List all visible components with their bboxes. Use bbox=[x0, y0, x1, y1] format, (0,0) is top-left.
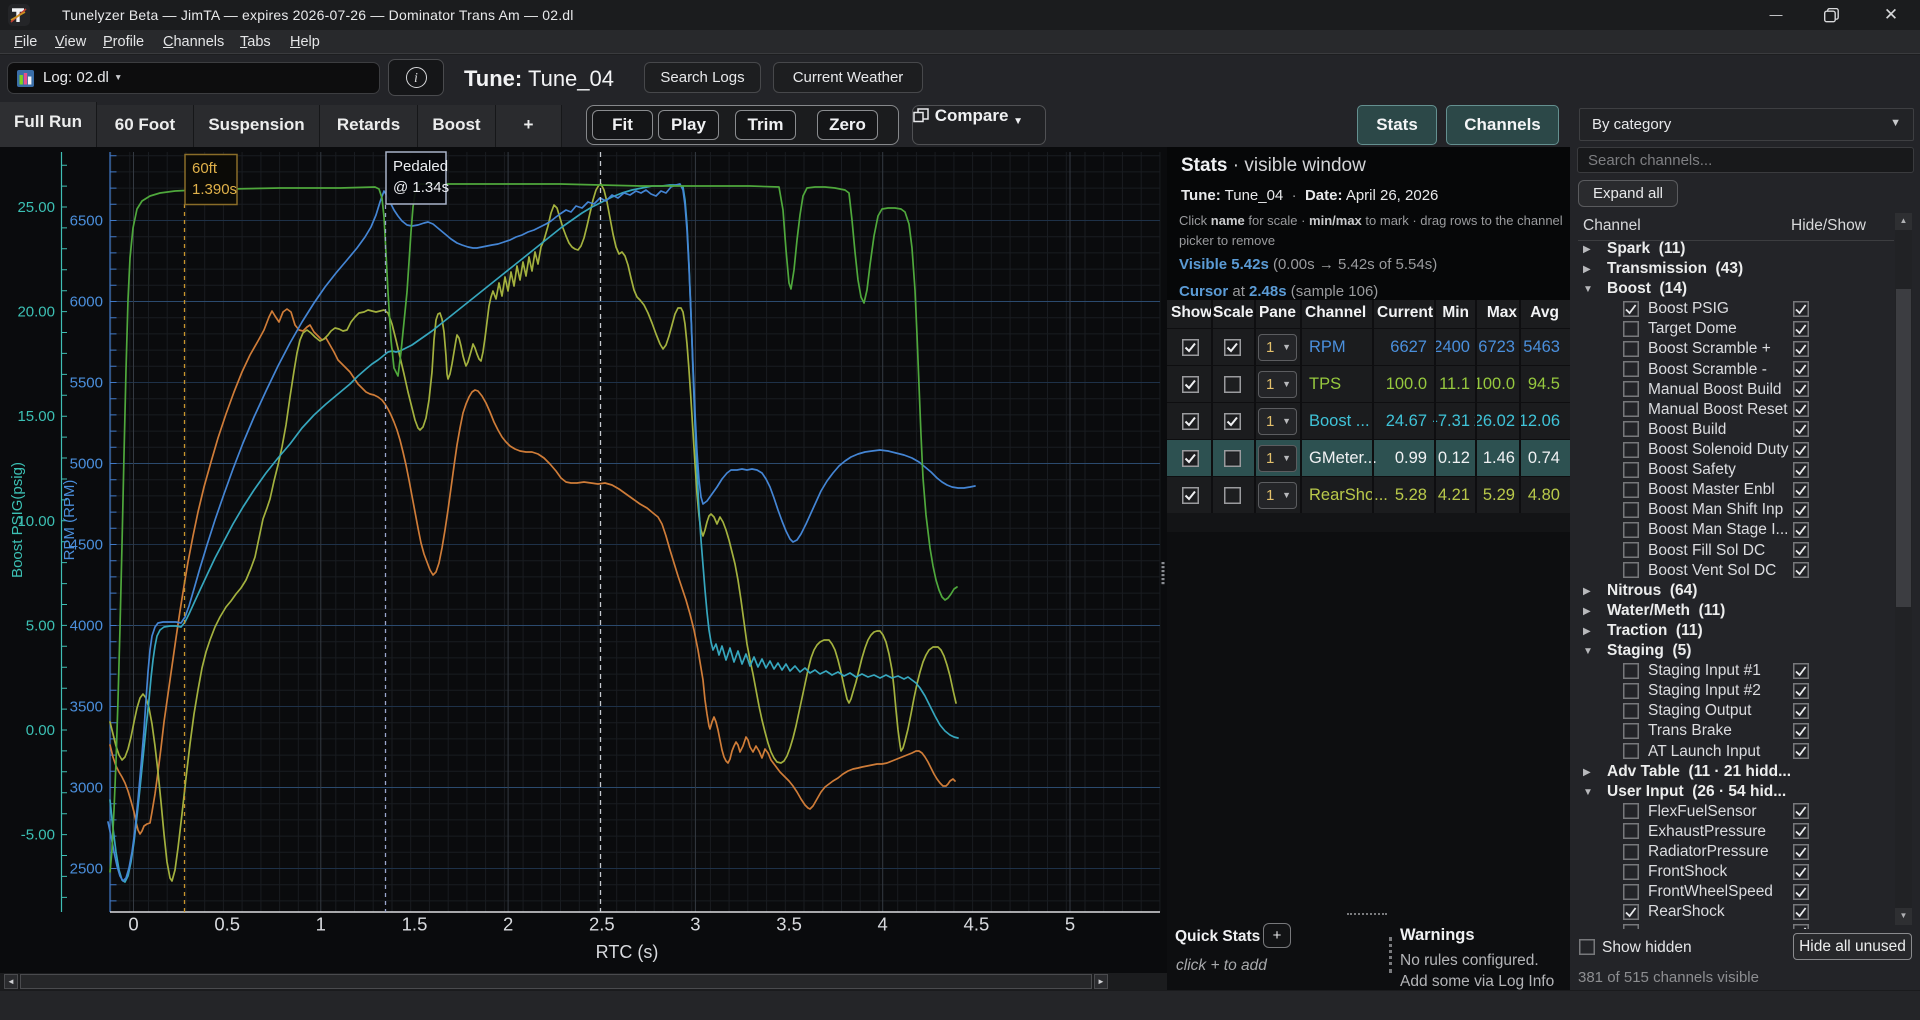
svg-text:15.00: 15.00 bbox=[17, 408, 55, 425]
svg-text:60ft: 60ft bbox=[192, 160, 218, 177]
svg-text:-5.00: -5.00 bbox=[21, 827, 55, 844]
svg-text:20.00: 20.00 bbox=[17, 304, 55, 321]
svg-text:6000: 6000 bbox=[70, 294, 103, 311]
svg-text:1: 1 bbox=[316, 914, 326, 935]
svg-text:3: 3 bbox=[690, 914, 700, 935]
svg-text:4: 4 bbox=[878, 914, 888, 935]
svg-text:0.00: 0.00 bbox=[26, 722, 55, 739]
svg-text:4000: 4000 bbox=[70, 618, 103, 635]
svg-text:RPM (RPM): RPM (RPM) bbox=[61, 480, 78, 561]
svg-text:5500: 5500 bbox=[70, 375, 103, 392]
svg-text:0.5: 0.5 bbox=[214, 914, 240, 935]
svg-text:3500: 3500 bbox=[70, 699, 103, 716]
svg-text:2: 2 bbox=[503, 914, 513, 935]
svg-text:25.00: 25.00 bbox=[17, 199, 55, 216]
svg-text:2.5: 2.5 bbox=[589, 914, 615, 935]
svg-text:Boost PSIG(psig): Boost PSIG(psig) bbox=[9, 462, 26, 578]
svg-text:2500: 2500 bbox=[70, 861, 103, 878]
svg-text:5: 5 bbox=[1065, 914, 1075, 935]
svg-text:3000: 3000 bbox=[70, 780, 103, 797]
svg-text:6500: 6500 bbox=[70, 213, 103, 230]
svg-text:5000: 5000 bbox=[70, 456, 103, 473]
svg-text:3.5: 3.5 bbox=[776, 914, 802, 935]
svg-text:4.5: 4.5 bbox=[964, 914, 990, 935]
svg-text:1.390s: 1.390s bbox=[192, 181, 237, 198]
svg-text:5.00: 5.00 bbox=[26, 617, 55, 634]
svg-text:Pedaled: Pedaled bbox=[393, 158, 448, 175]
svg-text:1.5: 1.5 bbox=[402, 914, 428, 935]
svg-text:RTC (s): RTC (s) bbox=[596, 942, 659, 962]
svg-text:0: 0 bbox=[128, 914, 138, 935]
svg-text:@ 1.34s: @ 1.34s bbox=[393, 179, 449, 196]
